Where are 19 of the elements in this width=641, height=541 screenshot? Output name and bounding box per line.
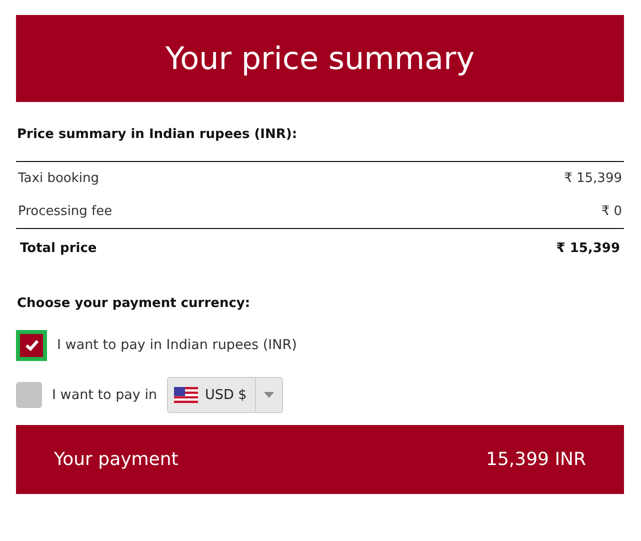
checkbox[interactable]	[16, 330, 47, 360]
page-title: Your price summary	[165, 40, 475, 76]
option-label: I want to pay in Indian rupees (INR)	[57, 337, 297, 353]
checkmark-icon	[24, 339, 38, 351]
row-amount: ₹ 15,399	[564, 171, 622, 186]
option-label: I want to pay in	[52, 387, 158, 403]
flag-icon	[174, 387, 198, 403]
checkbox[interactable]	[16, 382, 42, 408]
currency-heading: Choose your payment currency:	[17, 296, 252, 311]
row-label: Total price	[20, 240, 97, 256]
payment-amount: 15,399 INR	[486, 449, 586, 470]
row-label: Processing fee	[18, 204, 112, 219]
caret-icon	[264, 392, 274, 398]
payment-label: Your payment	[54, 449, 178, 470]
row-amount: ₹ 0	[601, 204, 622, 219]
summary-heading: Price summary in Indian rupees (INR):	[17, 127, 298, 142]
currency-select[interactable]: USD $	[167, 377, 283, 413]
row-amount: ₹ 15,399	[556, 240, 620, 256]
row-label: Taxi booking	[18, 171, 99, 186]
